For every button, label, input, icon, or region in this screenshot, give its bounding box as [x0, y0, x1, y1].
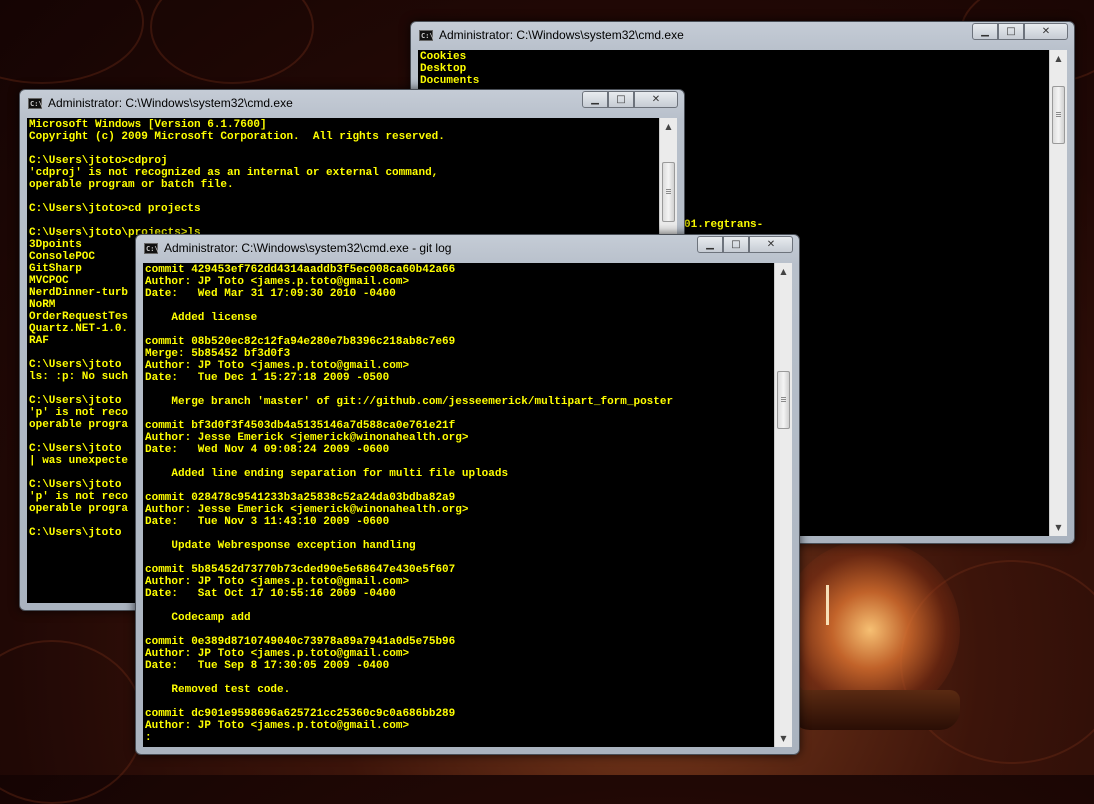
console-line: Date: Sat Oct 17 10:55:16 2009 -0400 [145, 588, 396, 600]
minimize-button[interactable]: ▁ [972, 23, 998, 40]
cmd-icon[interactable]: C:\ [144, 243, 159, 254]
console-line: Microsoft Windows [Version 6.1.7600] [29, 119, 267, 131]
console-line: Author: Jesse Emerick <jemerick@winonahe… [145, 504, 469, 516]
window-title: Administrator: C:\Windows\system32\cmd.e… [48, 96, 293, 110]
title-bar[interactable]: C:\ Administrator: C:\Windows\system32\c… [411, 22, 1074, 50]
console-line: Date: Tue Nov 3 11:43:10 2009 -0600 [145, 516, 390, 528]
scroll-down-button[interactable]: ▼ [775, 730, 792, 747]
console-line: C:\Users\jtoto>cdproj [29, 155, 168, 167]
scroll-up-button[interactable]: ▲ [775, 263, 792, 280]
console-line: Added line ending separation for multi f… [145, 468, 509, 480]
close-button[interactable]: ✕ [1024, 23, 1068, 40]
window-controls: ▁ □ ✕ [697, 236, 793, 254]
vertical-scrollbar[interactable]: ▲ ▼ [774, 263, 792, 747]
console-line: commit 028478c9541233b3a25838c52a24da03b… [145, 492, 456, 504]
minimize-button[interactable]: ▁ [582, 91, 608, 108]
console-line: Added license [145, 312, 258, 324]
window-title: Administrator: C:\Windows\system32\cmd.e… [164, 241, 452, 255]
console-line: Update Webresponse exception handling [145, 540, 416, 552]
scroll-up-button[interactable]: ▲ [1050, 50, 1067, 67]
maximize-button[interactable]: □ [608, 91, 634, 108]
scroll-up-button[interactable]: ▲ [660, 118, 677, 135]
console-line: Author: JP Toto <james.p.toto@gmail.com> [145, 276, 410, 288]
console-line: commit 5b85452d73770b73cded90e5e68647e43… [145, 564, 456, 576]
cmd-window-git-log[interactable]: C:\ Administrator: C:\Windows\system32\c… [135, 234, 800, 755]
console-output[interactable]: commit 429453ef762dd4314aaddb3f5ec008ca6… [143, 263, 775, 747]
window-controls: ▁ □ ✕ [582, 91, 678, 109]
scroll-thumb[interactable] [662, 162, 675, 222]
console-line: Author: JP Toto <james.p.toto@gmail.com> [145, 360, 410, 372]
scroll-thumb[interactable] [1052, 86, 1065, 144]
lamp-beam [826, 585, 829, 625]
scroll-down-button[interactable]: ▼ [1050, 519, 1067, 536]
title-bar[interactable]: C:\ Administrator: C:\Windows\system32\c… [136, 235, 799, 263]
console-line: Documents [420, 75, 480, 87]
console-line: Merge branch 'master' of git://github.co… [145, 396, 674, 408]
scroll-thumb[interactable] [777, 371, 790, 429]
window-title: Administrator: C:\Windows\system32\cmd.e… [439, 28, 684, 42]
console-line: Removed test code. [145, 684, 291, 696]
close-button[interactable]: ✕ [749, 236, 793, 253]
lamp-base [790, 690, 960, 730]
console-line: Author: JP Toto <james.p.toto@gmail.com> [145, 720, 410, 732]
cmd-icon[interactable]: C:\ [419, 30, 434, 41]
cmd-icon[interactable]: C:\ [28, 98, 43, 109]
console-line: : [145, 732, 152, 744]
console-line: commit 08b520ec82c12fa94e280e7b8396c218a… [145, 336, 456, 348]
console-line: commit bf3d0f3f4503db4a5135146a7d588ca0e… [145, 420, 456, 432]
window-controls: ▁ □ ✕ [972, 23, 1068, 41]
console-line: Date: Tue Dec 1 15:27:18 2009 -0500 [145, 372, 390, 384]
console-line: commit dc901e9598696a625721cc25360c9c0a6… [145, 708, 456, 720]
title-bar[interactable]: C:\ Administrator: C:\Windows\system32\c… [20, 90, 684, 118]
maximize-button[interactable]: □ [723, 236, 749, 253]
vertical-scrollbar[interactable]: ▲ ▼ [1049, 50, 1067, 536]
minimize-button[interactable]: ▁ [697, 236, 723, 253]
maximize-button[interactable]: □ [998, 23, 1024, 40]
console-line: Cookies [420, 51, 467, 63]
console-line: Date: Tue Sep 8 17:30:05 2009 -0400 [145, 660, 390, 672]
console-text: commit 429453ef762dd4314aaddb3f5ec008ca6… [143, 263, 775, 745]
console-line: C:\Users\jtoto>cd projects [29, 203, 201, 215]
console-line: Author: JP Toto <james.p.toto@gmail.com> [145, 576, 410, 588]
close-button[interactable]: ✕ [634, 91, 678, 108]
console-line: commit 0e389d8710749040c73978a89a7941a0d… [145, 636, 456, 648]
console-line: operable program or batch file. [29, 179, 234, 191]
console-line: Author: Jesse Emerick <jemerick@winonahe… [145, 432, 469, 444]
console-line: Desktop [420, 63, 467, 75]
console-line: Copyright (c) 2009 Microsoft Corporation… [29, 131, 445, 143]
console-line: Date: Wed Mar 31 17:09:30 2010 -0400 [145, 288, 396, 300]
console-line: Codecamp add [145, 612, 251, 624]
console-line: commit 429453ef762dd4314aaddb3f5ec008ca6… [145, 264, 456, 276]
console-line: Author: JP Toto <james.p.toto@gmail.com> [145, 648, 410, 660]
console-line: Date: Wed Nov 4 09:08:24 2009 -0600 [145, 444, 390, 456]
console-line: Merge: 5b85452 bf3d0f3 [145, 348, 291, 360]
console-line: 'cdproj' is not recognized as an interna… [29, 167, 439, 179]
